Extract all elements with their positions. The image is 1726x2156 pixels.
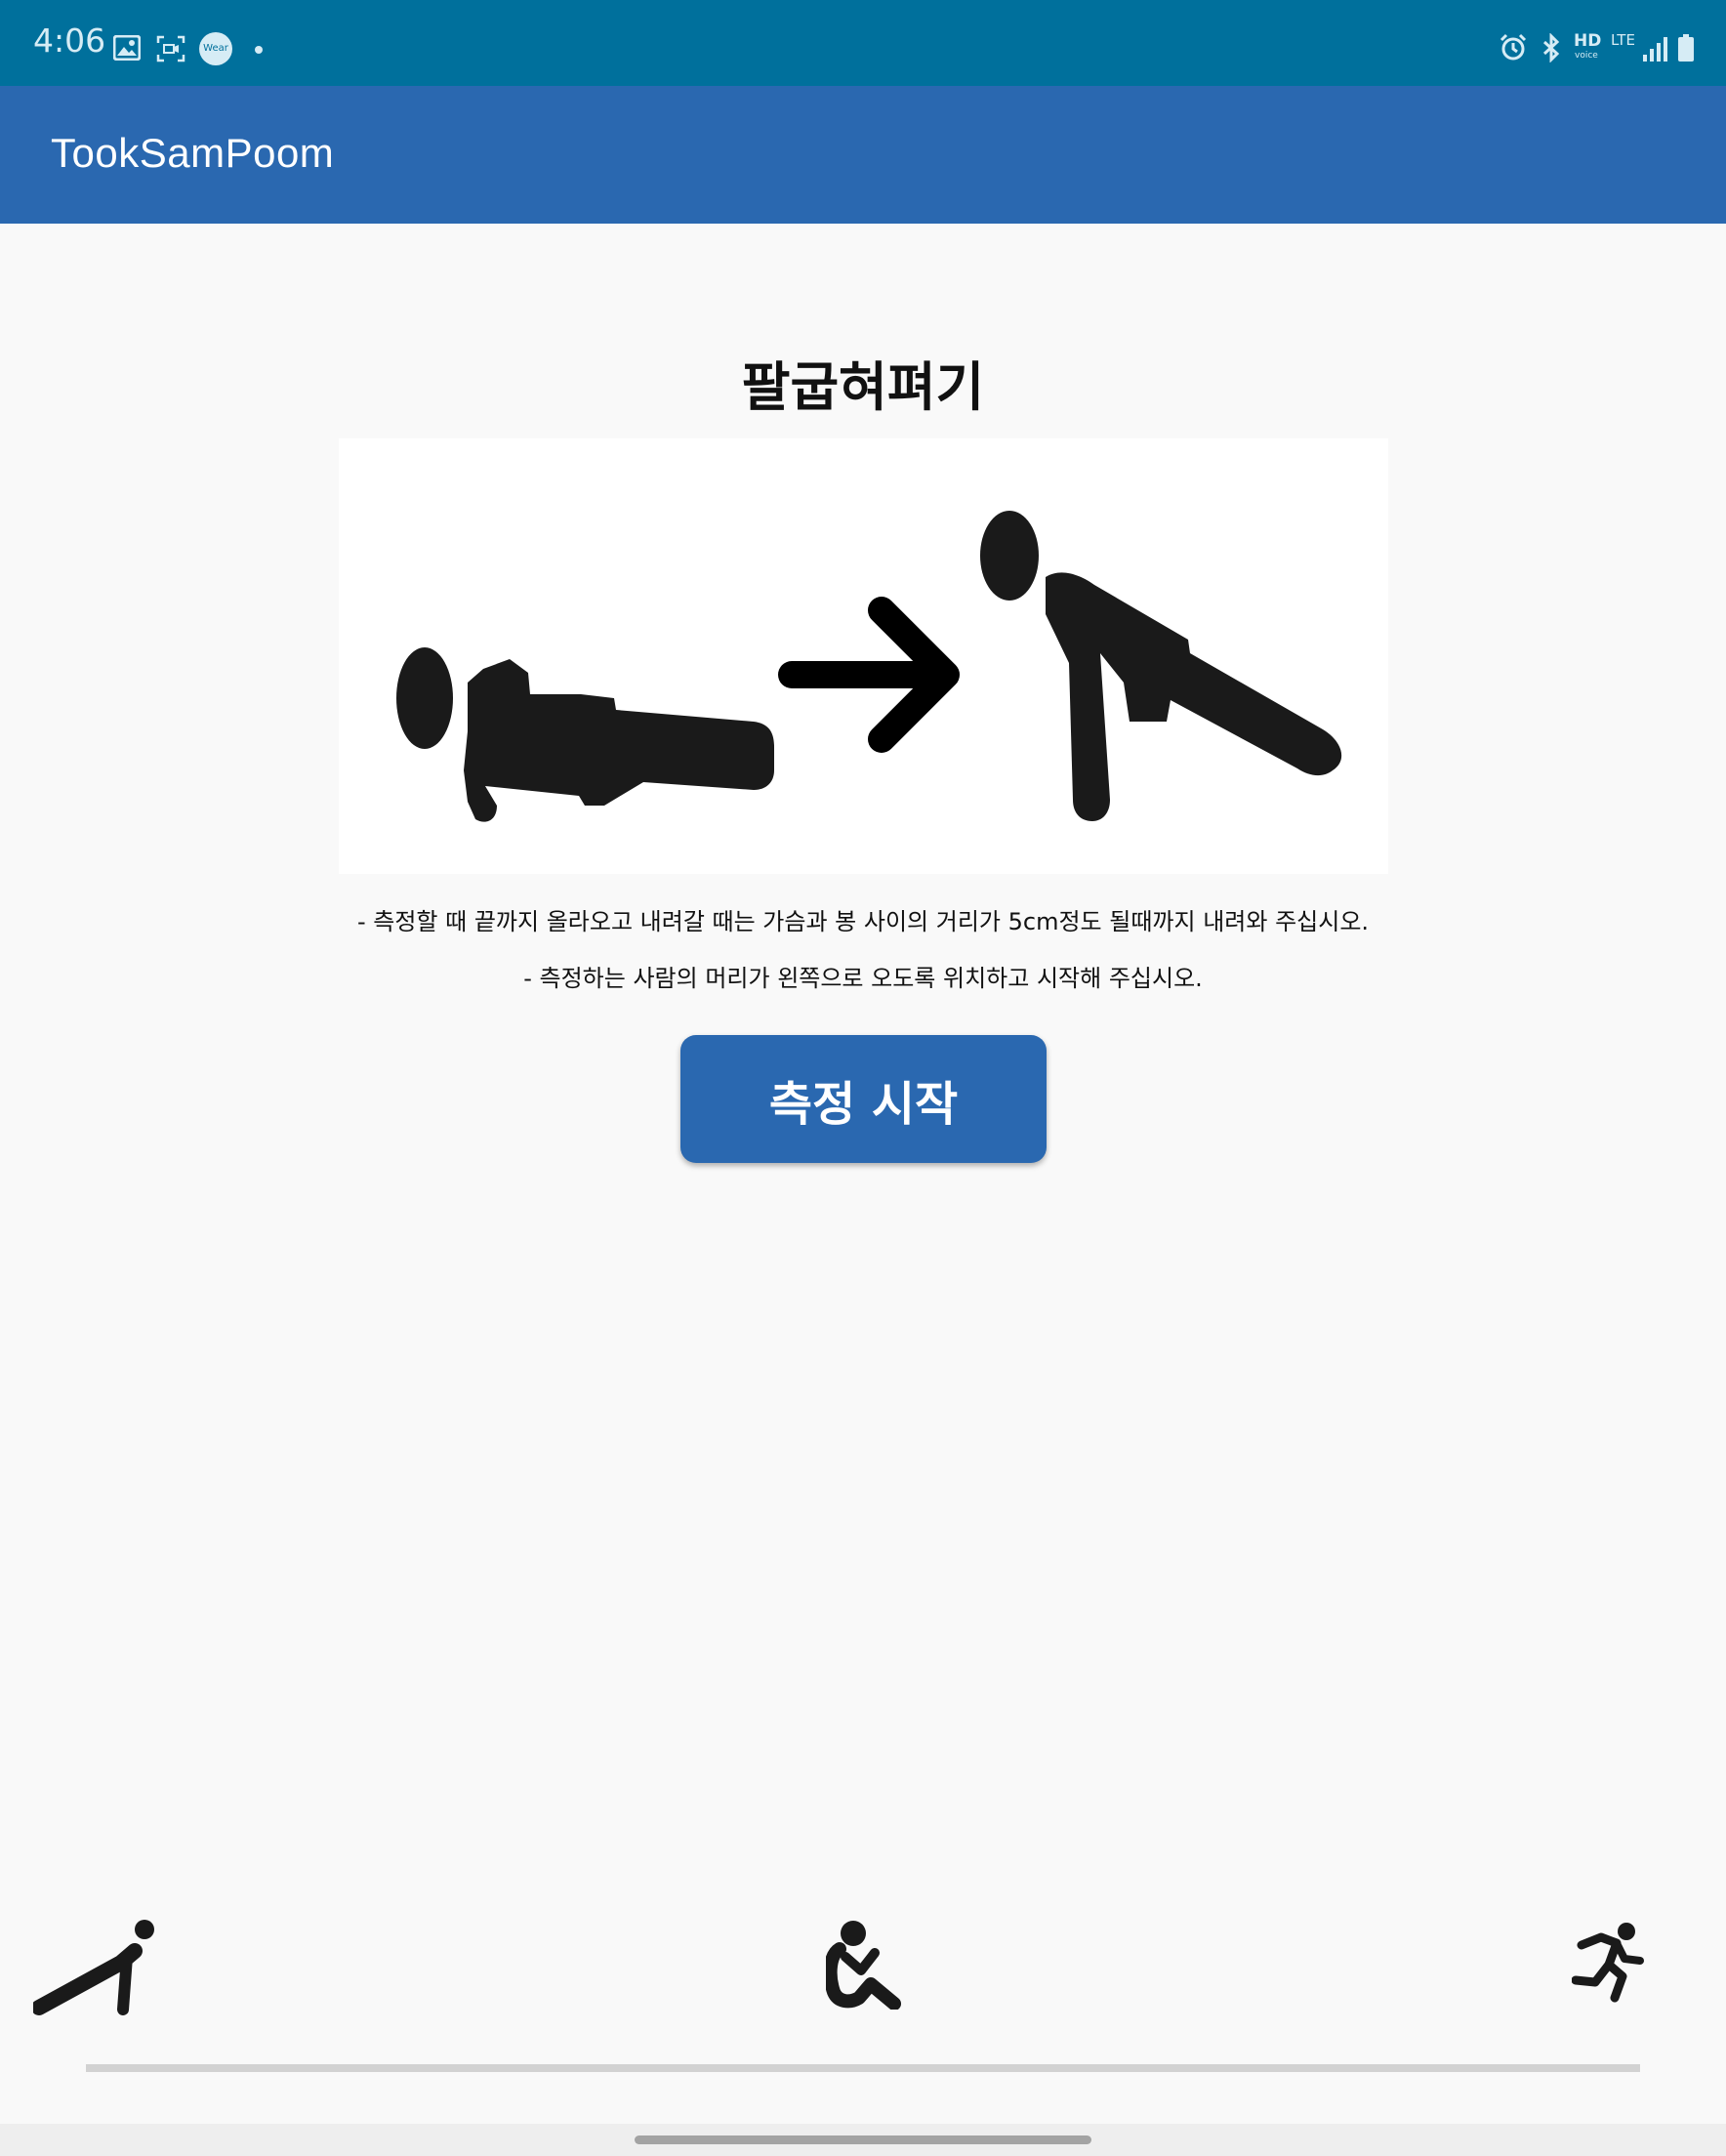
push-up-icon[interactable]	[33, 1918, 162, 2017]
signal-icon	[1643, 37, 1667, 62]
app-bar: TookSamPoom	[0, 86, 1726, 224]
start-measurement-button[interactable]: 측정 시작	[680, 1035, 1047, 1163]
exercise-title: 팔굽혀펴기	[741, 356, 985, 418]
push-up-illustration	[339, 438, 1388, 874]
push-up-up-figure	[980, 511, 1342, 821]
battery-icon	[1678, 34, 1694, 62]
push-up-down-figure	[396, 647, 774, 822]
running-icon[interactable]	[1572, 1922, 1646, 2004]
bluetooth-icon	[1542, 33, 1560, 62]
wear-icon: Wear	[199, 32, 232, 65]
screen-record-icon	[156, 35, 185, 62]
instruction-line-2: - 측정하는 사람의 머리가 왼쪽으로 오도록 위치하고 시작해 주십시오.	[523, 965, 1203, 992]
gallery-icon	[113, 35, 141, 61]
gesture-handle[interactable]	[635, 2135, 1091, 2144]
app-title: TookSamPoom	[51, 130, 335, 176]
hd-label: HD	[1574, 31, 1602, 51]
voice-label: voice	[1575, 51, 1598, 61]
lte-label: LTE	[1611, 31, 1635, 49]
nav-progress-track	[86, 2064, 1640, 2072]
notification-dot	[255, 46, 263, 54]
sit-up-icon[interactable]	[826, 1920, 904, 2010]
status-bar: 4:06 Wear HD voice LTE	[0, 0, 1726, 86]
status-time: 4:06	[33, 21, 106, 60]
instruction-line-1: - 측정할 때 끝까지 올라오고 내려갈 때는 가슴과 봉 사이의 거리가 5c…	[356, 908, 1370, 935]
arrow-icon	[778, 597, 960, 753]
alarm-icon	[1500, 33, 1527, 61]
